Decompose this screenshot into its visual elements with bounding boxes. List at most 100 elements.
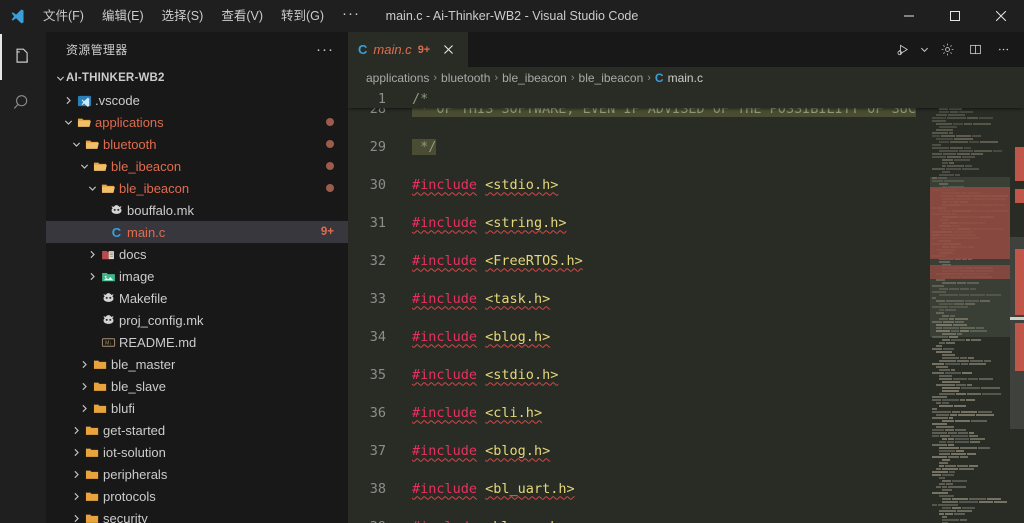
minimap[interactable] [930, 89, 1010, 523]
breadcrumb-separator-icon: › [433, 72, 438, 84]
tree-item-iot-solution[interactable]: iot-solution [46, 441, 348, 463]
chevron-right-icon[interactable] [70, 470, 82, 479]
tree-item-label: get-started [103, 422, 166, 438]
tree-item-protocols[interactable]: protocols [46, 485, 348, 507]
code-line[interactable]: 34 #include <blog.h> [348, 327, 1024, 346]
menu-view[interactable]: 查看(V) [212, 0, 272, 32]
minimize-icon [904, 15, 914, 17]
menu-more-icon[interactable]: ··· [333, 0, 369, 32]
breadcrumb-item-4[interactable]: main.c [668, 71, 703, 85]
menu-file[interactable]: 文件(F) [34, 0, 93, 32]
tab-main-c[interactable]: C main.c 9+ [348, 32, 468, 67]
sidebar-more-actions-icon[interactable]: ··· [310, 42, 340, 57]
menu-go[interactable]: 转到(G) [272, 0, 333, 32]
tree-item-get-started[interactable]: get-started [46, 419, 348, 441]
breadcrumb-item-3[interactable]: ble_ibeacon [579, 71, 644, 85]
breadcrumb-item-0[interactable]: applications [366, 71, 429, 85]
run-options-dropdown[interactable] [918, 32, 932, 67]
code-line[interactable]: 38 #include <bl_uart.h> [348, 479, 1024, 498]
tree-item-peripherals[interactable]: peripherals [46, 463, 348, 485]
chevron-right-icon[interactable] [78, 382, 90, 391]
chevron-right-icon[interactable] [86, 250, 98, 259]
activity-search-button[interactable] [0, 80, 46, 126]
chevron-down-icon [920, 47, 929, 53]
chevron-down-icon[interactable] [62, 118, 74, 127]
file-tree[interactable]: AI-THINKER-WB2 .vscode applications blueto… [46, 67, 348, 523]
activity-explorer-button[interactable] [0, 34, 46, 80]
tree-item-image[interactable]: image [46, 265, 348, 287]
tree-item-label: image [119, 268, 155, 284]
code-text: #include <task.h> [400, 291, 550, 307]
code-line[interactable]: 32 #include <FreeRTOS.h> [348, 251, 1024, 270]
chevron-down-icon[interactable] [70, 140, 82, 149]
tree-item-icon [90, 379, 111, 394]
code-line[interactable]: 30 #include <stdio.h> [348, 175, 1024, 194]
code-line[interactable]: 37 #include <blog.h> [348, 441, 1024, 460]
minimize-button[interactable] [886, 0, 932, 32]
sticky-scroll-line[interactable]: 1 /* [348, 89, 1024, 108]
menu-selection[interactable]: 选择(S) [153, 0, 213, 32]
code-line[interactable]: 31 #include <string.h> [348, 213, 1024, 232]
menu-edit[interactable]: 编辑(E) [93, 0, 153, 32]
activity-bar [0, 32, 46, 523]
tree-item-modified-dot [326, 162, 334, 170]
chevron-right-icon[interactable] [70, 492, 82, 501]
maximize-button[interactable] [932, 0, 978, 32]
code-line[interactable]: 36 #include <cli.h> [348, 403, 1024, 422]
code-line[interactable]: 33 #include <task.h> [348, 289, 1024, 308]
chevron-right-icon[interactable] [70, 448, 82, 457]
breadcrumb[interactable]: applications › bluetooth › ble_ibeacon ›… [348, 67, 1024, 89]
run-and-debug-button[interactable] [890, 32, 916, 67]
breadcrumb-item-1[interactable]: bluetooth [441, 71, 490, 85]
tree-item-ble-slave[interactable]: ble_slave [46, 375, 348, 397]
code-line[interactable]: 39#include <bl_sys.h> [348, 517, 1024, 523]
chevron-right-icon[interactable] [86, 272, 98, 281]
chevron-right-icon[interactable] [70, 514, 82, 523]
chevron-down-icon[interactable] [86, 184, 98, 193]
code-line[interactable]: 29 */ [348, 137, 1024, 156]
tree-item-proj-config-mk[interactable]: proj_config.mk [46, 309, 348, 331]
tree-item-main-c[interactable]: Cmain.c 9+ [46, 221, 348, 243]
code-token: #include [412, 480, 478, 497]
tree-item-makefile[interactable]: Makefile [46, 287, 348, 309]
code-line[interactable]: 35 #include <stdio.h> [348, 365, 1024, 384]
sticky-line-number: 1 [377, 90, 386, 107]
tab-close-button[interactable] [440, 42, 456, 58]
tree-item-ble-ibeacon[interactable]: ble_ibeacon [46, 155, 348, 177]
code-lines[interactable]: 28 * OF THIS SOFTWARE, EVEN IF ADVISED O… [348, 99, 1024, 523]
code-editor[interactable]: 1 /* 28 * OF THIS SOFTWARE, EVEN IF ADVI… [348, 89, 1024, 523]
more-actions-button[interactable] [990, 32, 1016, 67]
line-number: 35 [369, 366, 386, 383]
workbench: 资源管理器 ··· AI-THINKER-WB2 .vscode applicat… [0, 32, 1024, 523]
tree-item-bouffalo-mk[interactable]: bouffalo.mk [46, 199, 348, 221]
editor-scrollbar[interactable] [1010, 89, 1024, 523]
tree-item-ble-ibeacon[interactable]: ble_ibeacon [46, 177, 348, 199]
minimap-viewport-slider[interactable] [930, 177, 1010, 337]
vscode-logo-icon [0, 0, 34, 32]
chevron-right-icon[interactable] [70, 426, 82, 435]
tree-item-label: Makefile [119, 290, 168, 306]
tree-root-ai-thinker-wb2[interactable]: AI-THINKER-WB2 [46, 67, 348, 89]
chevron-right-icon[interactable] [78, 404, 90, 413]
makefile-icon [103, 292, 114, 302]
split-editor-icon [969, 44, 981, 55]
makefile-icon [111, 204, 122, 214]
chevron-right-icon[interactable] [78, 360, 90, 369]
close-button[interactable] [978, 0, 1024, 32]
breadcrumb-item-2[interactable]: ble_ibeacon [502, 71, 567, 85]
chevron-right-icon[interactable] [62, 96, 74, 105]
tree-item-applications[interactable]: applications [46, 111, 348, 133]
tree-item--vscode[interactable]: .vscode [46, 89, 348, 111]
tree-item-security[interactable]: security [46, 507, 348, 523]
split-editor-button[interactable] [962, 32, 988, 67]
tree-item-ble-master[interactable]: ble_master [46, 353, 348, 375]
settings-button[interactable] [934, 32, 960, 67]
overview-error-marker [1015, 323, 1024, 371]
chevron-down-icon[interactable] [78, 162, 90, 171]
tree-item-docs[interactable]: docs [46, 243, 348, 265]
tree-item-blufi[interactable]: blufi [46, 397, 348, 419]
gear-icon [941, 43, 953, 56]
tree-item-readme-md[interactable]: M↓ README.md [46, 331, 348, 353]
folder-open-icon [101, 184, 115, 193]
tree-item-bluetooth[interactable]: bluetooth [46, 133, 348, 155]
